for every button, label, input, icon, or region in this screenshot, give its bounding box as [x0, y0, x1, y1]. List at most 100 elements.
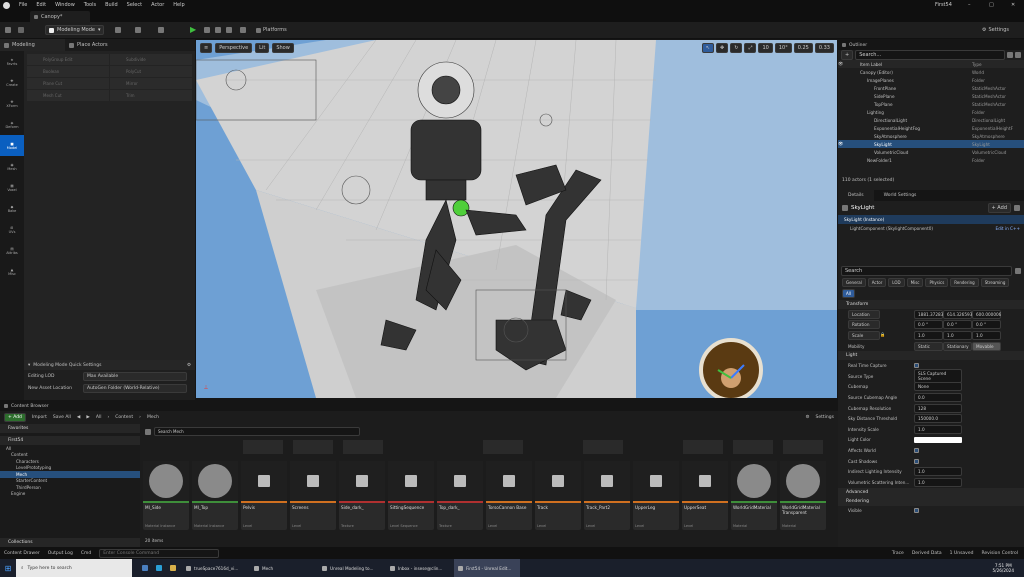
- details-search-input[interactable]: Search: [841, 265, 1012, 276]
- edit-cpp-link[interactable]: Edit in C++: [995, 226, 1020, 231]
- view-options-icon[interactable]: [1015, 267, 1021, 274]
- transform-section[interactable]: Transform: [838, 300, 1024, 309]
- property-value[interactable]: 150000.0: [914, 414, 962, 424]
- outliner-row[interactable]: ImagePlanes Folder: [838, 76, 1024, 84]
- outliner-tab[interactable]: Outliner: [838, 40, 1024, 50]
- scale-icon[interactable]: ⤢: [744, 43, 757, 53]
- rail-misc[interactable]: ▲ Misc: [0, 261, 24, 282]
- lod-select[interactable]: Max Available: [83, 371, 187, 381]
- add-component-button[interactable]: + Add: [987, 203, 1011, 213]
- grid-snap-button[interactable]: 10: [758, 43, 773, 53]
- mobility-movable[interactable]: Movable: [972, 341, 1001, 351]
- scale-z[interactable]: 1.0: [972, 330, 1001, 340]
- cmd-select[interactable]: Cmd: [81, 551, 91, 556]
- tool-mesh-cut[interactable]: Mesh Cut: [27, 90, 109, 101]
- blueprint-icon[interactable]: [135, 27, 141, 33]
- scale-label[interactable]: Scale: [848, 330, 880, 340]
- outliner-row[interactable]: Canopy (Editor) World: [838, 68, 1024, 76]
- content-drawer-button[interactable]: Content Drawer: [4, 551, 40, 556]
- eject-icon[interactable]: [226, 27, 232, 33]
- tool-polycut[interactable]: PolyCut: [110, 66, 192, 77]
- outliner-row[interactable]: Lighting Folder: [838, 108, 1024, 116]
- asset-tile[interactable]: WorldGridMaterial Transparent Material: [780, 461, 826, 530]
- asset-tile[interactable]: MI_Top Material Instance: [192, 461, 238, 530]
- menu-help[interactable]: Help: [173, 2, 184, 8]
- filter-streaming[interactable]: Streaming: [980, 278, 1010, 287]
- task-view-icon[interactable]: [142, 565, 148, 571]
- level-viewport[interactable]: ≡ Perspective Lit Show ↖ ✥ ↻ ⤢ 10 10° 0.…: [196, 40, 837, 398]
- show-button[interactable]: Show: [272, 43, 294, 53]
- rail-xform[interactable]: ✥ XForm: [0, 93, 24, 114]
- tab-modeling[interactable]: Modeling: [0, 39, 65, 51]
- derived-data-button[interactable]: Derived Data: [912, 551, 942, 556]
- filter-general[interactable]: General: [842, 278, 866, 287]
- property-value[interactable]: 128: [914, 403, 962, 413]
- property-value[interactable]: 0.0: [914, 392, 962, 402]
- outliner-row[interactable]: FrontPlane StaticMeshActor: [838, 84, 1024, 92]
- asset-tile[interactable]: Screens Level: [290, 461, 336, 530]
- windows-start-icon[interactable]: ⊞: [0, 564, 16, 573]
- tab-world-settings[interactable]: World Settings: [874, 193, 927, 198]
- save-icon[interactable]: [5, 27, 11, 33]
- rail-attribs[interactable]: ▤ Attribs: [0, 240, 24, 261]
- rail-model[interactable]: ■ Model: [0, 135, 24, 156]
- actor-name[interactable]: SkyLight: [851, 205, 874, 211]
- outliner-row[interactable]: SkyAtmosphere SkyAtmosphere: [838, 132, 1024, 140]
- taskbar-app[interactable]: Mech: [250, 559, 316, 577]
- console-input[interactable]: Enter Console Command: [99, 548, 220, 558]
- asset-tile[interactable]: UpperLeg Level: [633, 461, 679, 530]
- asset-tile[interactable]: Side_dark_ Texture: [339, 461, 385, 530]
- minimize-button[interactable]: –: [968, 2, 971, 8]
- tool-boolean[interactable]: Boolean: [27, 66, 109, 77]
- rail-mesh[interactable]: ◉ Mesh: [0, 156, 24, 177]
- blueprint-icon[interactable]: [1014, 205, 1020, 211]
- outliner-row[interactable]: NewFolder1 Folder: [838, 156, 1024, 164]
- gear-icon[interactable]: ⚙: [187, 363, 191, 368]
- menu-actor[interactable]: Actor: [151, 2, 164, 8]
- breadcrumb-mech[interactable]: Mech: [147, 415, 159, 420]
- rail-create[interactable]: ✚ Create: [0, 72, 24, 93]
- translate-icon[interactable]: ✥: [716, 43, 729, 53]
- property-value[interactable]: SLS Captured Scene: [914, 369, 962, 384]
- revision-control-button[interactable]: Revision Control: [981, 551, 1018, 556]
- component-instance-row[interactable]: SkyLight (Instance): [838, 215, 1024, 224]
- tab-place-actors[interactable]: Place Actors: [65, 39, 130, 51]
- outliner-add-icon[interactable]: +: [841, 50, 854, 60]
- light-color-swatch[interactable]: [914, 436, 962, 443]
- unreal-logo-icon[interactable]: [3, 1, 10, 9]
- rail-uvs[interactable]: ⊞ UVs: [0, 219, 24, 240]
- angle-snap-button[interactable]: 10°: [774, 43, 792, 53]
- level-tab[interactable]: Canopy*: [30, 11, 90, 22]
- content-icon[interactable]: [18, 27, 24, 33]
- advanced-section[interactable]: Advanced: [838, 487, 1024, 497]
- menu-edit[interactable]: Edit: [36, 2, 46, 8]
- rotate-icon[interactable]: ↻: [730, 43, 743, 53]
- cinematics-icon[interactable]: [158, 27, 164, 33]
- scale-x[interactable]: 1.0: [914, 330, 943, 340]
- outliner-row[interactable]: DirectionalLight DirectionalLight: [838, 116, 1024, 124]
- asset-location-select[interactable]: AutoGen Folder (World-Relative): [83, 383, 187, 393]
- visible-checkbox[interactable]: [914, 508, 919, 514]
- tool-mirror[interactable]: Mirror: [110, 78, 192, 89]
- location-label[interactable]: Location: [848, 309, 880, 319]
- asset-tile[interactable]: Top_dark_ Texture: [437, 461, 483, 530]
- visibility-icon[interactable]: 👁: [838, 141, 858, 147]
- rotation-label[interactable]: Rotation: [848, 320, 880, 330]
- gear-icon[interactable]: [1015, 52, 1021, 58]
- asset-tile[interactable]: UpperSeat Level: [682, 461, 728, 530]
- light-section[interactable]: Light: [838, 351, 1024, 361]
- folder-item[interactable]: Engine: [0, 491, 140, 498]
- content-settings-button[interactable]: Settings: [816, 415, 834, 420]
- property-value[interactable]: 1.0: [914, 477, 962, 487]
- menu-tools[interactable]: Tools: [84, 2, 96, 8]
- maximize-button[interactable]: □: [989, 2, 994, 8]
- mobility-stationary[interactable]: Stationary: [943, 341, 972, 351]
- platforms-button[interactable]: Platforms: [256, 27, 287, 33]
- lit-button[interactable]: Lit: [255, 43, 270, 53]
- taskbar-app[interactable]: Unreal Modeling to...: [318, 559, 384, 577]
- collections-section[interactable]: Collections: [0, 538, 140, 547]
- filter-icon[interactable]: [1007, 52, 1013, 58]
- content-browser-tab[interactable]: Content Browser: [0, 401, 838, 411]
- menu-build[interactable]: Build: [105, 2, 118, 8]
- step-icon[interactable]: [204, 27, 210, 33]
